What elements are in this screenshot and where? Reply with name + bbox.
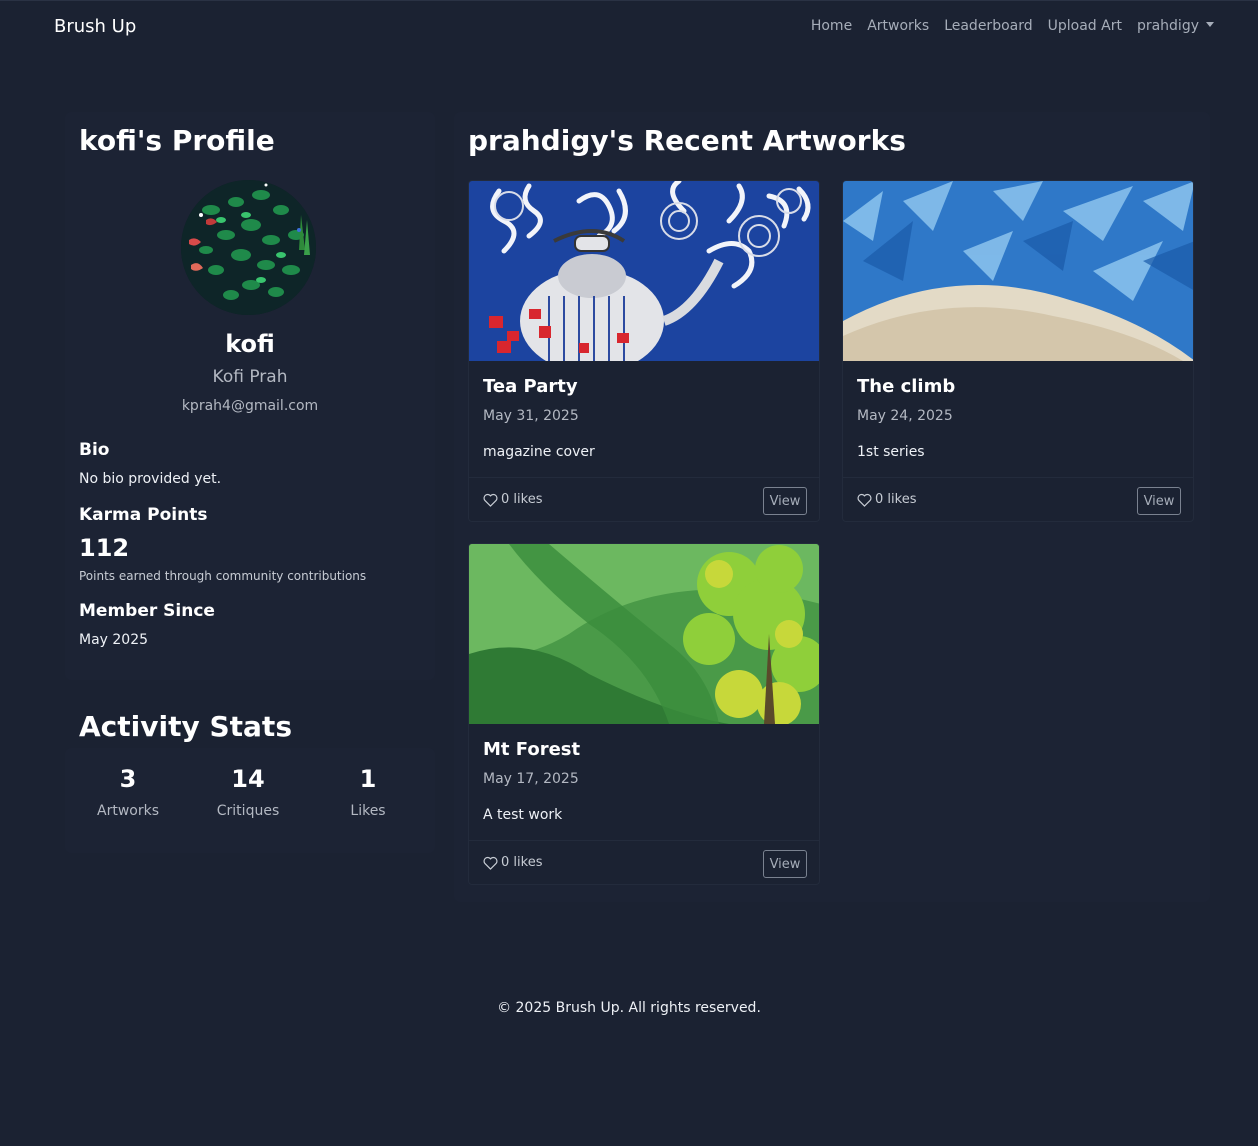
artwork-image[interactable] — [843, 181, 1194, 361]
artworks-heading: prahdigy's Recent Artworks — [468, 124, 906, 157]
view-button[interactable]: View — [1137, 487, 1181, 515]
artwork-card: Mt Forest May 17, 2025 A test work 0 lik… — [468, 543, 820, 885]
stat-artworks-value: 3 — [119, 765, 137, 793]
artwork-card-footer: 0 likes View — [469, 477, 819, 521]
artwork-image[interactable] — [469, 544, 820, 724]
view-button[interactable]: View — [763, 850, 807, 878]
artwork-date: May 24, 2025 — [857, 408, 953, 424]
stat-artworks-label: Artworks — [97, 803, 159, 819]
karma-title: Karma Points — [79, 505, 208, 525]
like-button[interactable]: 0 likes — [483, 492, 542, 507]
heart-icon — [483, 856, 498, 870]
user-menu-label: prahdigy — [1136, 18, 1199, 34]
artwork-date: May 31, 2025 — [483, 408, 579, 424]
likes-count: 0 likes — [501, 855, 543, 870]
like-button[interactable]: 0 likes — [857, 492, 916, 507]
footer-copyright: © 2025 Brush Up. All rights reserved. — [497, 1000, 761, 1016]
brand-link[interactable]: Brush Up — [54, 16, 136, 37]
nav-link-home[interactable]: Home — [811, 18, 852, 34]
profile-full-name: Kofi Prah — [212, 367, 288, 387]
member-since-value: May 2025 — [79, 632, 149, 648]
artwork-description: 1st series — [857, 444, 925, 460]
likes-count: 0 likes — [875, 492, 917, 507]
caret-down-icon — [1206, 22, 1214, 27]
stat-artworks: 3 Artworks — [68, 765, 188, 819]
artwork-title[interactable]: Mt Forest — [483, 739, 580, 760]
artwork-card-footer: 0 likes View — [843, 477, 1193, 521]
profile-email: kprah4@gmail.com — [181, 398, 319, 414]
likes-count: 0 likes — [501, 492, 543, 507]
view-button[interactable]: View — [763, 487, 807, 515]
nav-link-leaderboard[interactable]: Leaderboard — [944, 18, 1032, 34]
profile-username: kofi — [225, 330, 275, 358]
artwork-card: The climb May 24, 2025 1st series 0 like… — [842, 180, 1194, 522]
karma-value: 112 — [79, 534, 130, 562]
artwork-title[interactable]: The climb — [857, 376, 955, 397]
artwork-date: May 17, 2025 — [483, 771, 579, 787]
nav-link-artworks[interactable]: Artworks — [867, 18, 929, 34]
heart-icon — [857, 493, 872, 507]
artwork-card: Tea Party May 31, 2025 magazine cover 0 … — [468, 180, 820, 522]
stat-critiques-label: Critiques — [216, 803, 280, 819]
stat-critiques: 14 Critiques — [188, 765, 308, 819]
stat-likes-label: Likes — [350, 803, 386, 819]
avatar — [181, 180, 316, 315]
artwork-description: A test work — [483, 807, 563, 823]
artwork-image[interactable] — [469, 181, 820, 361]
artwork-description: magazine cover — [483, 444, 595, 460]
activity-heading: Activity Stats — [79, 710, 292, 743]
profile-heading: kofi's Profile — [79, 124, 275, 157]
karma-note: Points earned through community contribu… — [79, 569, 367, 583]
stat-likes-value: 1 — [359, 765, 377, 793]
bio-text: No bio provided yet. — [79, 471, 222, 487]
artwork-card-footer: 0 likes View — [469, 840, 819, 884]
bio-title: Bio — [79, 440, 110, 460]
heart-icon — [483, 493, 498, 507]
nav-links: Home Artworks Leaderboard Upload Art pra… — [811, 18, 1214, 34]
navbar: Brush Up Home Artworks Leaderboard Uploa… — [0, 0, 1258, 53]
user-menu-dropdown[interactable]: prahdigy — [1137, 18, 1214, 34]
stat-likes: 1 Likes — [308, 765, 428, 819]
member-since-title: Member Since — [79, 601, 215, 621]
nav-link-upload-art[interactable]: Upload Art — [1048, 18, 1122, 34]
stat-critiques-value: 14 — [231, 765, 265, 793]
like-button[interactable]: 0 likes — [483, 855, 542, 870]
artwork-title[interactable]: Tea Party — [483, 376, 578, 397]
